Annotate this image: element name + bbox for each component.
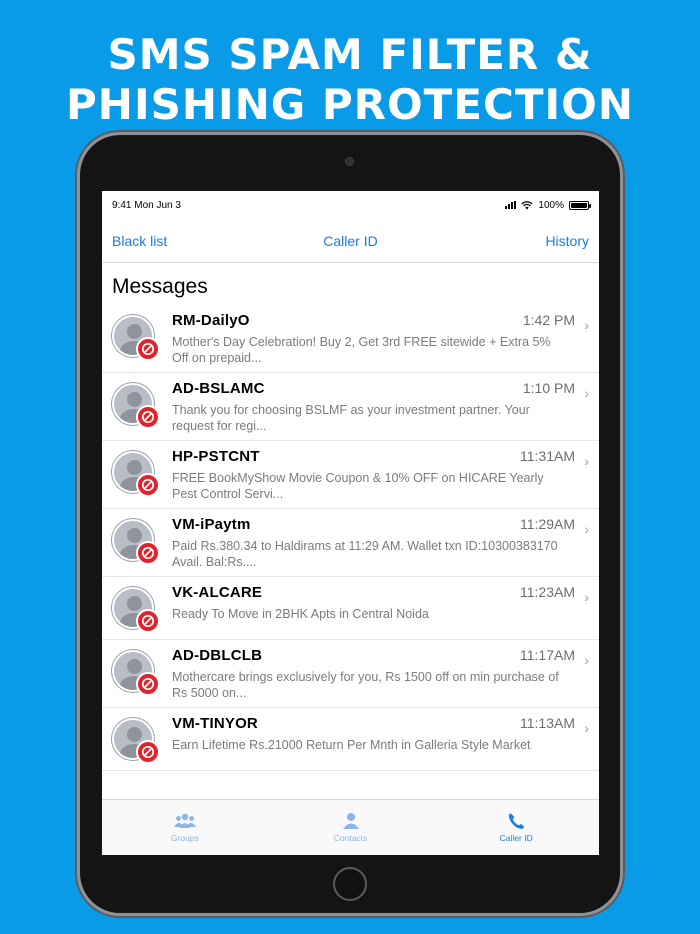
message-body: VK-ALCARE 11:23AM Ready To Move in 2BHK Ap… (172, 584, 589, 633)
avatar (112, 718, 160, 764)
message-preview: Thank you for choosing BSLMF as your inv… (172, 403, 530, 433)
tab-bar: Groups Contacts Caller ID (102, 799, 599, 855)
tab-contacts[interactable]: Contacts (268, 800, 434, 855)
chevron-right-icon: › (584, 589, 589, 605)
history-button[interactable]: History (545, 233, 589, 249)
chevron-right-icon: › (584, 720, 589, 736)
message-preview: Mother's Day Celebration! Buy 2, Get 3rd… (172, 335, 551, 365)
message-time: 11:23AM (520, 584, 575, 600)
blocked-icon (136, 405, 160, 429)
status-indicators: 100% (505, 199, 591, 211)
tab-contacts-label: Contacts (333, 833, 368, 843)
tab-groups[interactable]: Groups (102, 800, 268, 855)
blocked-icon (136, 541, 160, 565)
message-time: 1:10 PM (522, 380, 575, 396)
tab-caller-id-label: Caller ID (499, 833, 533, 843)
message-preview: FREE BookMyShow Movie Coupon & 10% OFF o… (172, 471, 544, 501)
tab-groups-label: Groups (170, 833, 199, 843)
app-screen: 9:41 Mon Jun 3 100% Black list Caller ID… (102, 191, 599, 855)
ipad-frame: 9:41 Mon Jun 3 100% Black list Caller ID… (80, 135, 620, 913)
contact-icon (342, 813, 359, 829)
status-time: 9:41 Mon Jun 3 (112, 199, 181, 211)
message-sender: AD-BSLAMC (172, 380, 265, 397)
chevron-right-icon: › (584, 652, 589, 668)
tab-caller-id[interactable]: Caller ID (433, 800, 599, 855)
message-row[interactable]: RM-DailyO 1:42 PM Mother's Day Celebration… (102, 305, 599, 373)
message-time: 11:17AM (520, 647, 575, 663)
nav-bar: Black list Caller ID History (102, 219, 599, 263)
avatar (112, 519, 160, 565)
blocked-icon (136, 609, 160, 633)
groups-icon (173, 813, 196, 828)
message-time: 11:13AM (520, 715, 575, 731)
phone-icon (509, 813, 525, 829)
section-title: Messages (112, 275, 208, 298)
cellular-signal-icon (505, 201, 517, 209)
avatar (112, 587, 160, 633)
message-time: 1:42 PM (522, 312, 575, 328)
message-body: AD-DBLCLB 11:17AM Mothercare brings exclus… (172, 647, 589, 701)
battery-percent: 100% (538, 199, 564, 211)
chevron-right-icon: › (584, 385, 589, 401)
blocked-icon (136, 672, 160, 696)
headline-line-1: SMS SPAM FILTER & (107, 30, 593, 79)
message-row[interactable]: VM-TINYOR 11:13AM Earn Lifetime Rs.21000 R… (102, 708, 599, 771)
message-preview: Ready To Move in 2BHK Apts in Central No… (172, 607, 429, 621)
message-preview: Earn Lifetime Rs.21000 Return Per Mnth i… (172, 738, 531, 752)
message-body: HP-PSTCNT 11:31AM FREE BookMyShow Movie Co… (172, 448, 589, 502)
message-sender: AD-DBLCLB (172, 647, 263, 664)
message-row[interactable]: AD-BSLAMC 1:10 PM Thank you for choosing B… (102, 373, 599, 441)
message-preview: Mothercare brings exclusively for you, R… (172, 670, 559, 700)
caller-id-title: Caller ID (323, 232, 378, 249)
message-sender: HP-PSTCNT (172, 448, 260, 465)
message-sender: VK-ALCARE (172, 584, 263, 601)
black-list-button[interactable]: Black list (112, 233, 167, 249)
wifi-icon (521, 200, 534, 209)
message-time: 11:31AM (520, 448, 575, 464)
message-sender: RM-DailyO (172, 312, 250, 329)
chevron-right-icon: › (584, 317, 589, 333)
blocked-icon (136, 337, 160, 361)
message-sender: VM-TINYOR (172, 715, 258, 732)
message-body: VM-TINYOR 11:13AM Earn Lifetime Rs.21000 R… (172, 715, 589, 764)
message-row[interactable]: VM-iPaytm 11:29AM Paid Rs.380.34 to Haldir… (102, 509, 599, 577)
avatar (112, 383, 160, 429)
avatar (112, 451, 160, 497)
message-body: RM-DailyO 1:42 PM Mother's Day Celebration… (172, 312, 589, 366)
message-preview: Paid Rs.380.34 to Haldirams at 11:29 AM.… (172, 539, 558, 569)
message-row[interactable]: AD-DBLCLB 11:17AM Mothercare brings exclus… (102, 640, 599, 708)
message-list: RM-DailyO 1:42 PM Mother's Day Celebration… (102, 305, 599, 771)
headline-line-2: PHISHING PROTECTION (66, 80, 634, 129)
camera-icon (345, 157, 354, 166)
avatar (112, 315, 160, 361)
message-sender: VM-iPaytm (172, 516, 251, 533)
message-body: VM-iPaytm 11:29AM Paid Rs.380.34 to Haldir… (172, 516, 589, 570)
status-bar: 9:41 Mon Jun 3 100% (102, 191, 599, 219)
blocked-icon (136, 740, 160, 764)
battery-icon (569, 200, 591, 210)
message-body: AD-BSLAMC 1:10 PM Thank you for choosing B… (172, 380, 589, 434)
headline: SMS SPAM FILTER & PHISHING PROTECTION (0, 30, 700, 130)
message-row[interactable]: VK-ALCARE 11:23AM Ready To Move in 2BHK Ap… (102, 577, 599, 640)
avatar (112, 650, 160, 696)
chevron-right-icon: › (584, 453, 589, 469)
message-row[interactable]: HP-PSTCNT 11:31AM FREE BookMyShow Movie Co… (102, 441, 599, 509)
blocked-icon (136, 473, 160, 497)
message-time: 11:29AM (520, 516, 575, 532)
home-button[interactable] (333, 867, 367, 901)
chevron-right-icon: › (584, 521, 589, 537)
